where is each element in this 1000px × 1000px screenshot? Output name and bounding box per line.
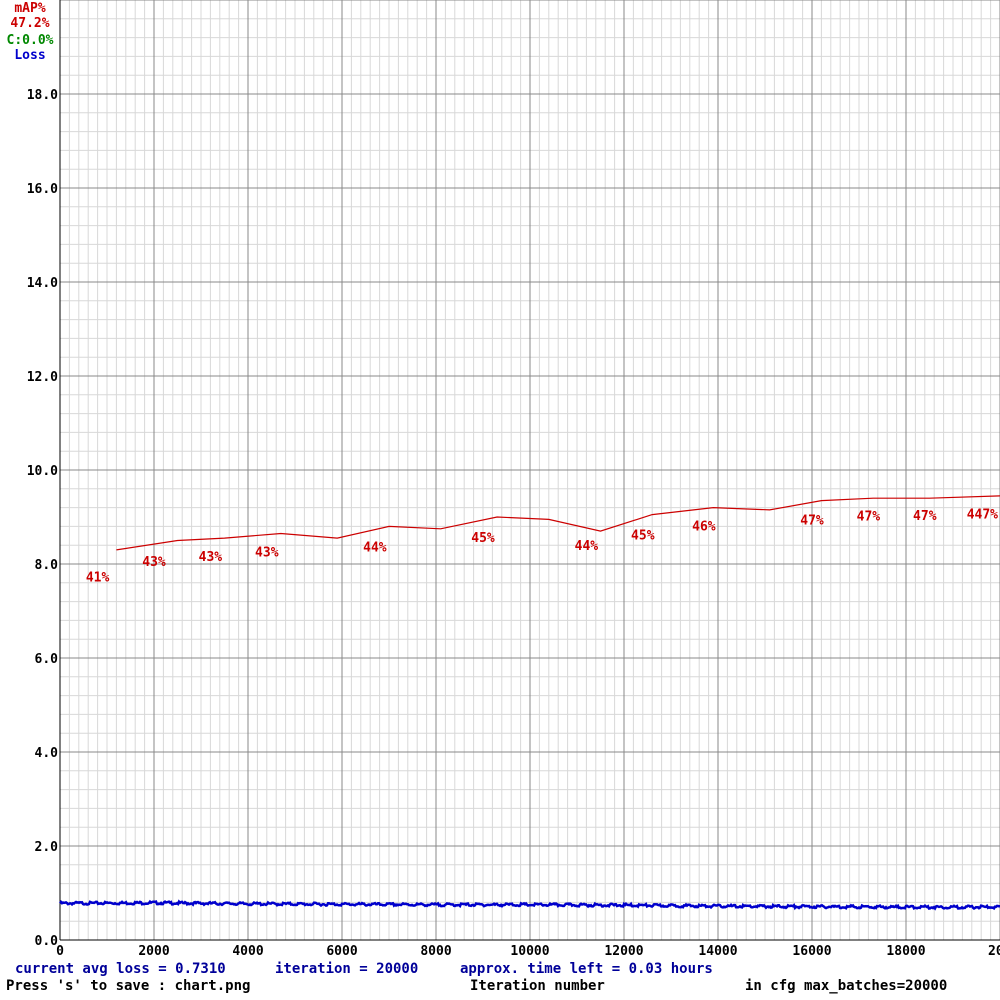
x-tick-label: 14000 <box>698 944 737 959</box>
map-point-label: 46% <box>692 520 716 535</box>
x-tick-label: 10000 <box>510 944 549 959</box>
y-tick-label: 16.0 <box>27 182 58 197</box>
x-tick-label: 12000 <box>604 944 643 959</box>
x-axis-label: Iteration number <box>470 978 605 994</box>
map-point-label: 43% <box>255 546 279 561</box>
y-tick-label: 18.0 <box>27 88 58 103</box>
map-point-label: 44% <box>575 539 599 554</box>
x-tick-label: 2000 <box>988 944 1000 959</box>
y-tick-label: 14.0 <box>27 276 58 291</box>
x-tick-label: 16000 <box>792 944 831 959</box>
x-tick-label: 18000 <box>886 944 925 959</box>
y-tick-label: 10.0 <box>27 464 58 479</box>
iteration-text: iteration = 20000 <box>275 961 419 977</box>
y-tick-label: 2.0 <box>35 840 59 855</box>
x-tick-label: 6000 <box>326 944 357 959</box>
y-tick-labels: 0.0 2.0 4.0 6.0 8.0 10.0 12.0 14.0 16.0 18.0 <box>27 88 58 949</box>
max-batches-text: in cfg max_batches=20000 <box>745 978 948 994</box>
map-point-label: 43% <box>142 555 166 570</box>
map-point-label: 44% <box>363 541 387 556</box>
map-point-label: 43% <box>199 550 223 565</box>
y-tick-label: 0.0 <box>35 934 59 949</box>
time-left-text: approx. time left = 0.03 hours <box>460 961 713 977</box>
y-tick-label: 4.0 <box>35 746 59 761</box>
map-point-label: 41% <box>86 570 110 585</box>
map-point-label: 447% <box>967 507 998 522</box>
x-tick-label: 8000 <box>420 944 451 959</box>
current-avg-loss-text: current avg loss = 0.7310 <box>15 961 226 977</box>
map-point-label: 45% <box>631 529 655 544</box>
x-tick-label: 0 <box>56 944 64 959</box>
map-point-label: 47% <box>857 509 881 524</box>
x-tick-label: 2000 <box>138 944 169 959</box>
x-tick-labels: 0 2000 4000 6000 8000 10000 12000 14000 16000 180… <box>56 944 1000 959</box>
map-point-label: 47% <box>800 513 824 528</box>
y-tick-label: 12.0 <box>27 370 58 385</box>
y-tick-label: 8.0 <box>35 558 59 573</box>
x-tick-label: 4000 <box>232 944 263 959</box>
map-point-label: 47% <box>913 509 937 524</box>
map-point-label: 45% <box>471 531 495 546</box>
save-hint-text: Press 's' to save : chart.png <box>6 978 251 994</box>
y-tick-label: 6.0 <box>35 652 59 667</box>
training-chart: 0.0 2.0 4.0 6.0 8.0 10.0 12.0 14.0 16.0 18.0 0 200… <box>27 0 1000 959</box>
